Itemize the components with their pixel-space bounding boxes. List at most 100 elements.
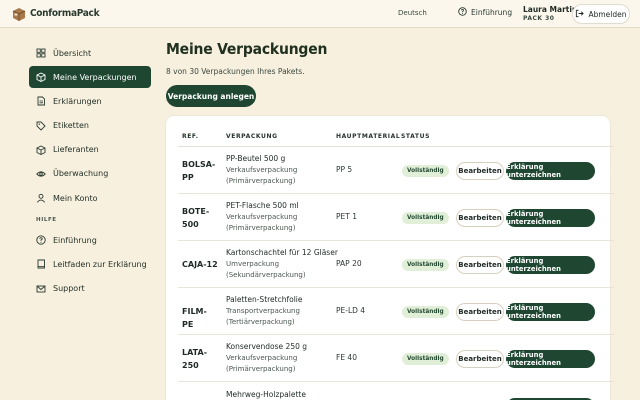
row-ref: FILM-PE: [182, 307, 207, 329]
logout-button[interactable]: Abmelden: [572, 4, 630, 24]
grid-icon: [36, 48, 46, 58]
sign-declaration-button[interactable]: Erklärung unterzeichnen: [506, 162, 595, 180]
packaging-name: Paletten-Stretchfolie: [226, 295, 303, 304]
sidebar-item-support[interactable]: Support: [29, 278, 151, 300]
user-info: Laura Martin PACK 30: [523, 5, 577, 23]
table-row: BOLSA-PP PP-Beutel 500 g Verkaufsverpack…: [166, 147, 614, 194]
sidebar-item-label: Lieferanten: [53, 145, 99, 155]
packaging-name: Konservendose 250 g: [226, 342, 308, 351]
table-row: BOTE-500 PET-Flasche 500 ml Verkaufsverp…: [166, 194, 614, 241]
edit-button[interactable]: Bearbeiten: [456, 256, 504, 274]
sign-declaration-button[interactable]: Erklärung unterzeichnen: [506, 350, 595, 368]
sidebar-item-label: Einführung: [53, 235, 97, 245]
question-icon: [36, 235, 46, 245]
edit-button[interactable]: Bearbeiten: [456, 209, 504, 227]
sidebar-item-label: Leitfaden zur Erklärung: [53, 259, 147, 269]
status-badge: Vollständig: [402, 306, 449, 318]
sidebar-item-label: Erklärungen: [53, 96, 102, 106]
edit-button[interactable]: Bearbeiten: [456, 162, 504, 180]
sign-declaration-button[interactable]: Erklärung unterzeichnen: [506, 256, 595, 274]
table-row: CAJA-12 Kartonschachtel für 12 Gläser Um…: [166, 241, 614, 288]
sidebar-item-monitoring[interactable]: Überwachung: [29, 163, 151, 185]
column-header-status: STATUS: [401, 133, 431, 140]
logo[interactable]: ConformaPack: [12, 6, 100, 21]
user-icon: [36, 193, 46, 203]
tag-icon: [36, 121, 46, 131]
row-material: PET 1: [336, 212, 357, 221]
packaging-level: (Tertiärverpackung): [226, 318, 295, 326]
column-header-material: HAUPTMATERIAL: [336, 133, 401, 140]
help-label: Einführung: [471, 8, 513, 17]
column-header-ref: REF.: [182, 133, 199, 140]
status-badge: Vollständig: [402, 259, 449, 271]
sidebar-item-labels[interactable]: Etiketten: [29, 115, 151, 137]
sidebar-item-declarations[interactable]: Erklärungen: [29, 90, 151, 112]
row-ref: BOLSA-PP: [182, 160, 216, 182]
mail-icon: [36, 285, 46, 292]
row-packaging: PET-Flasche 500 ml Verkaufsverpackung (P…: [226, 200, 299, 235]
row-packaging: Kartonschachtel für 12 Gläser Umverpacku…: [226, 247, 338, 282]
logo-text: ConformaPack: [30, 7, 100, 19]
sidebar-item-guide[interactable]: Leitfaden zur Erklärung: [29, 253, 151, 275]
sidebar: Übersicht Meine Verpackungen Erklärungen…: [29, 42, 151, 302]
packaging-type: Umverpackung: [226, 259, 280, 268]
row-material: PP 5: [336, 165, 353, 174]
question-icon: [458, 7, 467, 18]
box-icon: [36, 72, 46, 83]
sidebar-item-overview[interactable]: Übersicht: [29, 42, 151, 64]
user-name: Laura Martin: [523, 5, 578, 14]
help-section-label: HILFE: [36, 217, 57, 224]
sidebar-item-label: Etiketten: [53, 121, 89, 131]
sidebar-item-introduction[interactable]: Einführung: [29, 229, 151, 251]
packaging-level: (Sekundärverpackung): [226, 271, 306, 279]
row-ref: LATA-250: [182, 348, 208, 370]
column-header-packaging: VERPACKUNG: [226, 133, 278, 140]
top-bar: ConformaPack Deutsch Einführung Laura Ma…: [0, 0, 640, 28]
create-packaging-button[interactable]: Verpackung anlegen: [166, 85, 256, 107]
user-pack: PACK 30: [523, 15, 555, 22]
packaging-name: PET-Flasche 500 ml: [226, 201, 299, 210]
packaging-level: (Primärverpackung): [226, 177, 296, 185]
packaging-type: Verkaufsverpackung: [226, 165, 298, 174]
cube-icon: [36, 145, 46, 155]
row-packaging: PP-Beutel 500 g Verkaufsverpackung (Prim…: [226, 153, 297, 188]
status-badge: Vollständig: [402, 353, 449, 365]
row-packaging: Paletten-Stretchfolie Transportverpackun…: [226, 294, 303, 329]
row-ref: CAJA-12: [182, 260, 218, 269]
sidebar-item-label: Support: [53, 284, 85, 293]
packaging-type: Verkaufsverpackung: [226, 212, 298, 221]
sidebar-item-suppliers[interactable]: Lieferanten: [29, 139, 151, 161]
sign-declaration-button[interactable]: Erklärung unterzeichnen: [506, 209, 595, 227]
packaging-name: Mehrweg-Holzpalette: [226, 390, 306, 399]
packaging-type: Transportverpackung: [226, 306, 300, 315]
language-select[interactable]: Deutsch: [398, 9, 427, 17]
logout-label: Abmelden: [588, 9, 627, 19]
packaging-level: (Primärverpackung): [226, 224, 296, 232]
edit-button[interactable]: Bearbeiten: [456, 303, 504, 321]
document-icon: [37, 96, 45, 106]
row-packaging: Mehrweg-Holzpalette: [226, 389, 306, 400]
row-material: PE-LD 4: [336, 306, 366, 315]
table-row: LATA-250 Konservendose 250 g Verkaufsver…: [166, 335, 614, 382]
sidebar-item-account[interactable]: Mein Konto: [29, 187, 151, 209]
status-badge: Vollständig: [402, 165, 449, 177]
row-material: PAP 20: [336, 259, 362, 268]
table-row: Mehrweg-Holzpalette: [166, 382, 610, 400]
box-logo-icon: [12, 6, 26, 21]
sidebar-item-label: Übersicht: [53, 48, 92, 58]
sidebar-item-label: Mein Konto: [53, 193, 98, 203]
sidebar-item-packagings[interactable]: Meine Verpackungen: [29, 66, 151, 89]
row-ref: BOTE-500: [182, 207, 210, 229]
edit-button[interactable]: Bearbeiten: [456, 350, 504, 368]
help-link[interactable]: Einführung: [458, 7, 512, 18]
page-title: Meine Verpackungen: [166, 40, 328, 58]
row-material: FE 40: [336, 353, 357, 362]
packaging-name: PP-Beutel 500 g: [226, 154, 286, 163]
sidebar-item-label: Überwachung: [53, 169, 109, 179]
logout-icon: [575, 9, 585, 20]
sign-declaration-button[interactable]: Erklärung unterzeichnen: [506, 303, 595, 321]
eye-icon: [36, 171, 46, 177]
sidebar-item-label: Meine Verpackungen: [53, 72, 137, 82]
packaging-type: Verkaufsverpackung: [226, 353, 298, 362]
packaging-name: Kartonschachtel für 12 Gläser: [226, 248, 338, 257]
